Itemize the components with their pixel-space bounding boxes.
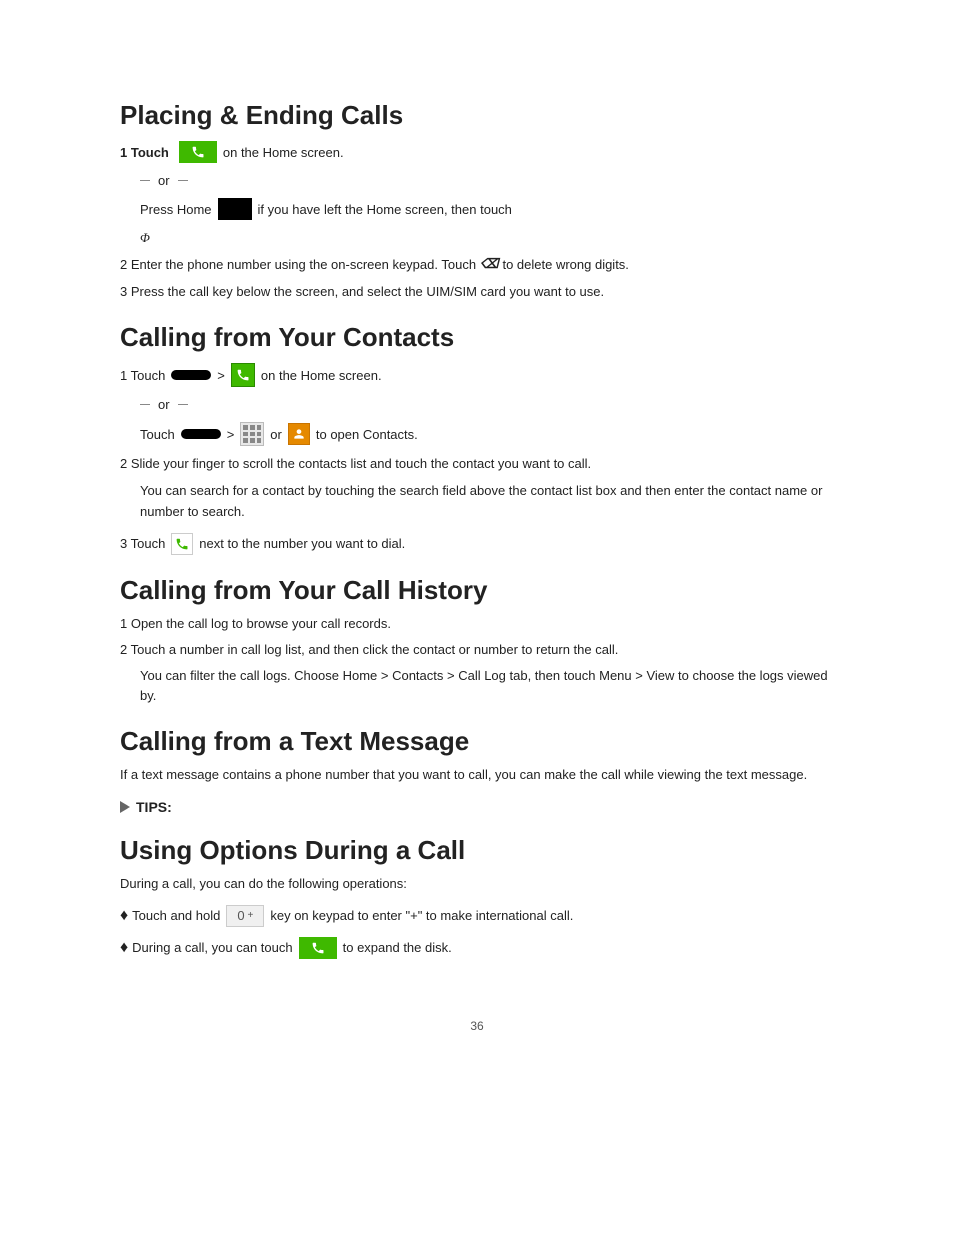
step-text: 1 Open the call log to browse your call … — [120, 614, 834, 634]
step-text: to open Contacts. — [316, 427, 418, 442]
step-text: 2 Touch a number in call log list, and t… — [120, 640, 834, 660]
tip-text: You can search for a contact by touching… — [140, 481, 834, 523]
divider — [178, 404, 188, 405]
step-text: During a call, you can touch — [132, 940, 292, 955]
or-label: or — [158, 397, 170, 412]
section-title: Calling from Your Call History — [120, 575, 834, 606]
zero-plus-key-icon: 0+ — [226, 905, 264, 927]
tip-text: You can filter the call logs. Choose Hom… — [140, 666, 834, 706]
tips-label: TIPS: — [136, 799, 172, 815]
step-text: if you have left the Home screen, then t… — [258, 202, 512, 217]
phone-call-icon — [179, 141, 217, 163]
pill-icon — [171, 370, 211, 380]
phone-app-icon — [231, 363, 255, 387]
step-text: to expand the disk. — [343, 940, 452, 955]
step-text: If a text message contains a phone numbe… — [120, 765, 834, 785]
tip-arrow-icon — [120, 801, 130, 813]
step-text: Touch and hold — [132, 908, 220, 923]
section-title: Using Options During a Call — [120, 835, 834, 866]
or-text: or — [270, 427, 282, 442]
step-text: 2 Enter the phone number using the on-sc… — [120, 257, 476, 272]
step-text: 3 Touch — [120, 536, 165, 551]
step-text: 3 Press the call key below the screen, a… — [120, 282, 834, 302]
step-text: to delete wrong digits. — [502, 257, 628, 272]
phone-call-icon — [299, 937, 337, 959]
step-text: Touch — [140, 427, 175, 442]
home-menu-icon — [218, 198, 252, 220]
arrow-text: > — [217, 368, 225, 383]
call-small-icon — [171, 533, 193, 555]
step-text: on the Home screen. — [223, 145, 344, 160]
step-text: on the Home screen. — [261, 368, 382, 383]
section-title: Calling from Your Contacts — [120, 322, 834, 353]
step-text: 2 Slide your finger to scroll the contac… — [120, 456, 591, 471]
or-label: or — [158, 173, 170, 188]
arrow-text: > — [227, 427, 235, 442]
divider — [178, 180, 188, 181]
delete-glyph: ⌫ — [480, 256, 498, 272]
step-text: 1 Touch — [120, 368, 165, 383]
phone-glyph: Φ — [140, 230, 150, 246]
section-title: Placing & Ending Calls — [120, 100, 834, 131]
step-number: 1 Touch — [120, 145, 169, 160]
dialpad-icon — [240, 422, 264, 446]
step-text: next to the number you want to dial. — [199, 536, 405, 551]
pill-icon — [181, 429, 221, 439]
intro-text: During a call, you can do the following … — [120, 874, 834, 894]
bullet: ♦ — [120, 907, 128, 925]
contact-icon — [288, 423, 310, 445]
tips-header: TIPS: — [120, 799, 834, 815]
page-number: 36 — [120, 1019, 834, 1033]
bullet: ♦ — [120, 939, 128, 957]
divider — [140, 404, 150, 405]
divider — [140, 180, 150, 181]
step-text: Press Home — [140, 202, 212, 217]
section-title: Calling from a Text Message — [120, 726, 834, 757]
step-text: key on keypad to enter "+" to make inter… — [270, 908, 573, 923]
